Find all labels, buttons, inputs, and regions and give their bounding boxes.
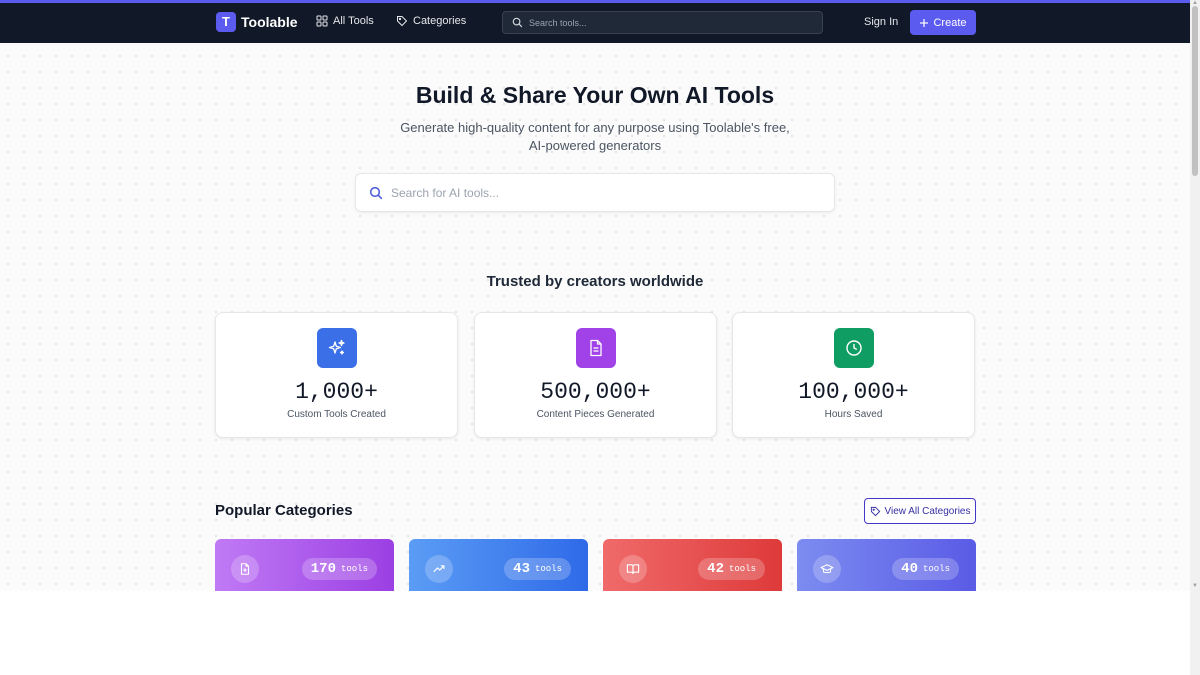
view-all-label: View All Categories <box>884 505 971 517</box>
tool-count: 170 <box>310 561 336 577</box>
sparkles-icon <box>328 339 345 355</box>
nav-search-box[interactable] <box>502 11 823 34</box>
scrollbar-thumb[interactable] <box>1192 6 1198 176</box>
grid-icon <box>316 15 328 27</box>
stat-label: Content Pieces Generated <box>536 409 655 420</box>
search-icon <box>512 17 523 28</box>
hero-search-box[interactable] <box>355 173 835 212</box>
vertical-scrollbar[interactable]: ▲ ▼ <box>1190 0 1200 675</box>
search-icon <box>369 186 383 199</box>
book-open-icon <box>626 564 640 575</box>
scroll-down-arrow-icon[interactable]: ▼ <box>1192 583 1198 589</box>
stat-label: Hours Saved <box>824 409 883 420</box>
stat-value: 1,000+ <box>295 379 378 405</box>
category-icon-circle <box>231 555 259 583</box>
tool-count-unit: tools <box>534 564 562 574</box>
clock-icon <box>846 340 862 356</box>
brand-name[interactable]: Toolable <box>241 14 298 30</box>
category-icon-circle <box>425 555 453 583</box>
tool-count-badge: 42 tools <box>698 558 765 580</box>
hero-search-input[interactable] <box>391 185 811 200</box>
tool-count: 43 <box>513 561 530 577</box>
category-card[interactable]: 42 tools <box>603 539 782 591</box>
stat-icon-box <box>317 328 357 368</box>
navbar: T Toolable All Tools Categories Sign In <box>0 3 1190 43</box>
tag-icon <box>870 506 880 516</box>
trending-up-icon <box>433 565 445 573</box>
tag-icon <box>397 16 408 27</box>
category-icon-circle <box>619 555 647 583</box>
nav-all-tools[interactable]: All Tools <box>316 15 374 27</box>
nav-categories-label: Categories <box>413 15 467 27</box>
hero-title: Build & Share Your Own AI Tools <box>415 82 775 108</box>
stat-card-hours: 100,000+ Hours Saved <box>732 312 975 438</box>
stat-card-content: 500,000+ Content Pieces Generated <box>474 312 717 438</box>
nav-search-input[interactable] <box>529 17 809 28</box>
document-icon <box>240 563 250 575</box>
category-icon-circle <box>813 555 841 583</box>
create-button-label: Create <box>933 16 967 29</box>
tool-count-badge: 170 tools <box>301 558 377 580</box>
category-card[interactable]: 43 tools <box>409 539 588 591</box>
category-card[interactable]: 40 tools <box>797 539 976 591</box>
tool-count-unit: tools <box>728 564 756 574</box>
page-bottom-area <box>0 591 1190 675</box>
category-card[interactable]: 170 tools <box>215 539 394 591</box>
tool-count: 40 <box>901 561 918 577</box>
page: T Toolable All Tools Categories Sign In <box>0 0 1190 675</box>
stat-icon-box <box>576 328 616 368</box>
nav-categories[interactable]: Categories <box>396 15 466 27</box>
view-all-categories-button[interactable]: View All Categories <box>864 498 976 524</box>
stat-label: Custom Tools Created <box>287 409 386 420</box>
plus-icon <box>920 18 929 27</box>
sign-in-link[interactable]: Sign In <box>864 16 898 28</box>
stat-value: 100,000+ <box>798 379 909 405</box>
stat-value: 500,000+ <box>540 379 651 405</box>
tool-count: 42 <box>707 561 724 577</box>
tool-count-unit: tools <box>340 564 368 574</box>
graduation-cap-icon <box>820 564 834 574</box>
hero-subtitle: Generate high-quality content for any pu… <box>400 120 790 153</box>
stat-icon-box <box>834 328 874 368</box>
stat-card-tools: 1,000+ Custom Tools Created <box>215 312 458 438</box>
nav-all-tools-label: All Tools <box>333 15 374 27</box>
popular-categories-heading: Popular Categories <box>215 502 353 519</box>
tool-count-unit: tools <box>922 564 950 574</box>
tool-count-badge: 43 tools <box>504 558 571 580</box>
document-icon <box>590 339 602 357</box>
create-button[interactable]: Create <box>910 10 976 35</box>
trusted-heading: Trusted by creators worldwide <box>486 273 704 290</box>
tool-count-badge: 40 tools <box>892 558 959 580</box>
logo-icon[interactable]: T <box>216 12 236 32</box>
